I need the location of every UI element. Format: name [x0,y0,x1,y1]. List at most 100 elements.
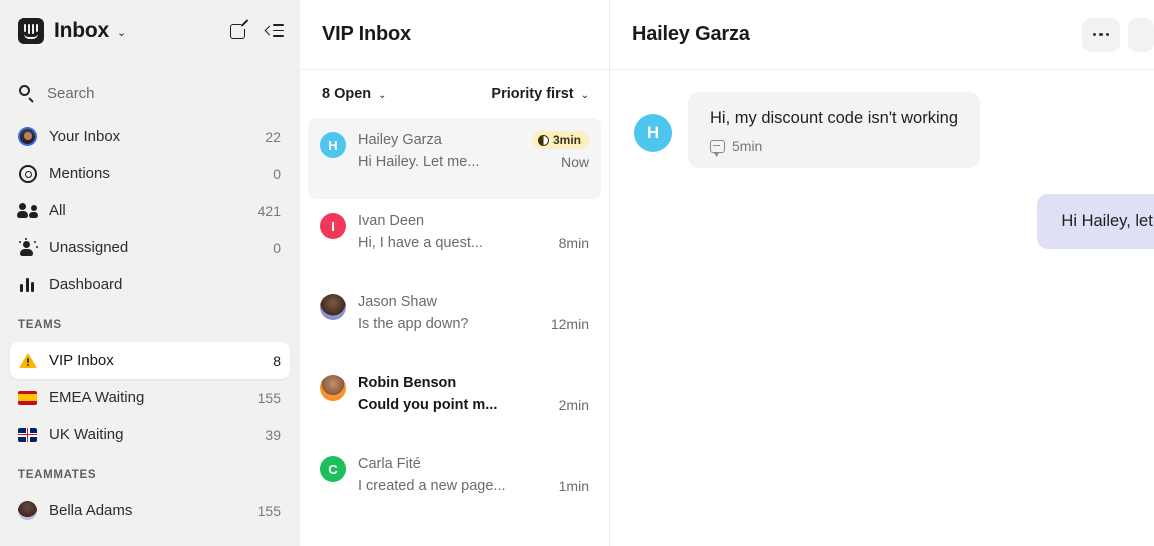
sidebar-item-dashboard[interactable]: Dashboard [10,266,290,303]
bar-chart-icon [18,275,37,294]
sidebar-item-label: VIP Inbox [49,352,114,369]
search-icon [18,85,34,103]
chevron-down-icon: ⌄ [580,89,589,101]
conversation-list-filters: 8 Open ⌄ Priority first ⌄ [300,70,609,118]
conversation-preview: Hi, I have a quest... [358,235,483,251]
teammates-section-header: TEAMMATES [18,469,97,481]
sidebar-item-label: Your Inbox [49,128,121,145]
status-badge-label: 3min [552,133,581,147]
avatar [320,375,346,401]
sidebar-item-count: 0 [273,239,281,256]
sidebar-item-count: 155 [257,502,281,519]
conversation-row-carla-fite[interactable]: C Carla Fité I created a new page... 1mi… [308,442,601,523]
conversation-title: Hailey Garza [632,23,750,45]
sidebar-item-all[interactable]: All 421 [10,192,290,229]
message-text: Hi, my discount code isn't working [710,109,958,127]
user-avatar-icon [18,127,37,146]
people-icon [17,201,38,220]
sidebar-header: Inbox ⌄ [0,0,300,62]
sidebar-item-emea-waiting[interactable]: EMEA Waiting 155 [10,379,290,416]
conversation-name: Hailey Garza [358,132,442,148]
sidebar-item-uk-waiting[interactable]: UK Waiting 39 [10,416,290,453]
more-options-button[interactable] [1082,17,1120,52]
sidebar-item-count: 0 [273,165,281,182]
sidebar-item-count: 22 [265,128,281,145]
conversation-time: 2min [558,397,589,413]
sidebar-item-label: EMEA Waiting [49,389,145,406]
teammates-nav: Bella Adams 155 [0,488,300,529]
search-placeholder: Search [47,84,95,102]
half-circle-icon [537,134,549,146]
status-badge: 3min [531,131,589,149]
sidebar-item-label: Dashboard [49,276,123,293]
conversation-panel: Hailey Garza H Hi, my discount code isn'… [610,0,1154,546]
message-incoming: H Hi, my discount code isn't working 5mi… [610,92,1154,169]
conversation-row-ivan-deen[interactable]: I Ivan Deen Hi, I have a quest... 8min [308,199,601,280]
chat-bubble-icon [710,139,725,157]
chevron-down-icon[interactable]: ⌄ [117,26,126,39]
sidebar-item-label: Mentions [49,165,110,182]
avatar: C [320,456,346,482]
sidebar-item-count: 39 [265,426,281,443]
filter-status-label: 8 Open [322,86,372,102]
sidebar-item-label: UK Waiting [49,426,124,443]
conversation-time: 8min [558,235,589,251]
sidebar-item-label: Bella Adams [49,502,133,519]
message-thread: H Hi, my discount code isn't working 5mi… [610,70,1154,250]
conversation-time: Now [560,154,589,170]
avatar [320,294,346,320]
at-mention-icon [18,164,37,183]
sidebar-header-actions [230,19,284,40]
secondary-action-button[interactable] [1128,17,1154,52]
message-time: 5min [732,138,763,155]
conversation-name: Ivan Deen [358,213,425,229]
conversation-name: Carla Fité [358,456,421,472]
conversation-time: 12min [550,316,589,332]
chevron-down-icon: ⌄ [378,89,387,101]
avatar: H [634,114,672,152]
conversation-name: Jason Shaw [358,294,437,310]
conversation-header: Hailey Garza [610,0,1154,70]
warning-triangle-icon [18,351,37,370]
collapse-sidebar-icon[interactable] [264,24,284,38]
avatar-icon [18,501,37,520]
avatar: H [320,132,346,158]
sidebar-item-unassigned[interactable]: Unassigned 0 [10,229,290,266]
sidebar-item-bella-adams[interactable]: Bella Adams 155 [10,492,290,529]
filter-sort-dropdown[interactable]: Priority first ⌄ [491,86,589,102]
filter-status-dropdown[interactable]: 8 Open ⌄ [322,86,387,102]
message-bubble[interactable]: Hi, my discount code isn't working 5min [688,92,980,169]
uk-flag-icon [18,425,37,444]
sidebar-item-mentions[interactable]: Mentions 0 [10,155,290,192]
conversation-preview: Could you point m... [358,397,498,413]
sidebar: Inbox ⌄ Search Your Inbox 22 Mentions 0 … [0,0,300,546]
compose-icon[interactable] [230,19,249,40]
teams-section-header: TEAMS [18,319,62,331]
avatar: I [320,213,346,239]
conversation-name: Robin Benson [358,375,457,391]
message-meta: 5min [710,138,958,157]
conversation-row-robin-benson[interactable]: Robin Benson Could you point m... 2min [308,361,601,442]
page-title: VIP Inbox [322,23,411,45]
conversation-preview: Hi Hailey. Let me... [358,154,480,170]
search-input[interactable]: Search [0,72,300,114]
intercom-logo-icon [18,18,44,44]
filter-sort-label: Priority first [491,86,574,102]
sidebar-item-count: 8 [273,352,281,369]
spain-flag-icon [18,388,37,407]
sidebar-title: Inbox [54,19,109,42]
conversation-preview: Is the app down? [358,316,469,332]
sidebar-item-label: Unassigned [49,239,129,256]
conversation-row-hailey-garza[interactable]: H Hailey Garza 3min Hi Hailey. Let me...… [308,118,601,199]
inbox-app: Inbox ⌄ Search Your Inbox 22 Mentions 0 … [0,0,1154,546]
sidebar-item-your-inbox[interactable]: Your Inbox 22 [10,118,290,155]
sidebar-item-count: 421 [257,202,281,219]
sidebar-item-vip-inbox[interactable]: VIP Inbox 8 [10,342,290,379]
message-bubble[interactable]: Hi Hailey, let me check [1037,194,1154,250]
conversation-time: 1min [558,478,589,494]
conversation-row-jason-shaw[interactable]: Jason Shaw Is the app down? 12min [308,280,601,361]
conversation-list-panel: VIP Inbox 8 Open ⌄ Priority first ⌄ H Ha… [300,0,610,546]
conversation-preview: I created a new page... [358,478,506,494]
teams-nav: VIP Inbox 8 EMEA Waiting 155 UK Waiting … [0,338,300,453]
conversation-list-header: VIP Inbox [300,0,609,70]
